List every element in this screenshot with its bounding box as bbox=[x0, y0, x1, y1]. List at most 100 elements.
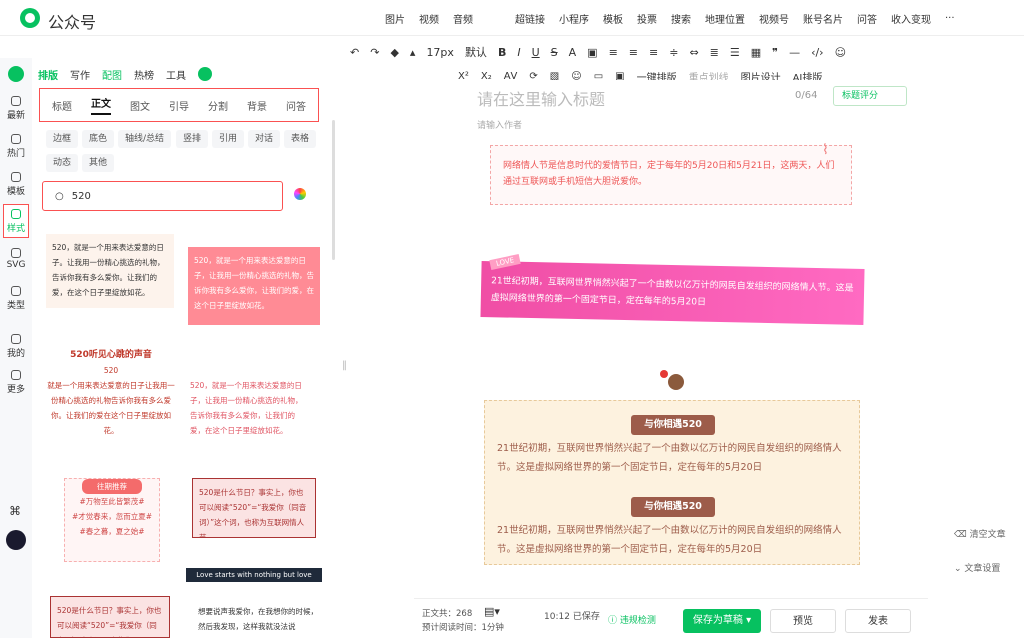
style-card-1[interactable]: 520，就是一个用来表达爱意的日子。让我用一份精心挑选的礼物，告诉你我有多么爱你… bbox=[46, 234, 174, 308]
table-icon[interactable]: ▦ bbox=[751, 46, 761, 59]
indent-icon[interactable]: ≡ bbox=[649, 46, 658, 59]
rail-style[interactable]: 样式 bbox=[3, 204, 29, 238]
subtab-body[interactable]: 正文 bbox=[91, 95, 111, 115]
style-card-7[interactable]: Love starts with nothing but love bbox=[186, 568, 322, 582]
clear-article-button[interactable]: ⌫ 清空文章 bbox=[946, 524, 1016, 546]
menu-video[interactable]: 视频 bbox=[412, 11, 446, 26]
chip-table[interactable]: 表格 bbox=[284, 130, 317, 148]
code-icon[interactable]: ‹/› bbox=[811, 46, 824, 59]
tab-layout[interactable]: 排版 bbox=[38, 67, 58, 82]
hr-icon[interactable]: — bbox=[789, 46, 800, 59]
chip-border[interactable]: 边框 bbox=[46, 130, 79, 148]
subtab-divider[interactable]: 分割 bbox=[208, 98, 228, 113]
color-filter-icon[interactable] bbox=[294, 188, 306, 200]
subtab-background[interactable]: 背景 bbox=[247, 98, 267, 113]
tab-write[interactable]: 写作 bbox=[70, 67, 90, 82]
rail-more[interactable]: 更多 bbox=[0, 370, 32, 395]
rail-svg[interactable]: SVG bbox=[0, 248, 32, 270]
subtab-imagetext[interactable]: 图文 bbox=[130, 98, 150, 113]
save-status: 10:12 已保存 bbox=[544, 612, 600, 622]
font-color-icon[interactable]: A bbox=[569, 46, 577, 59]
justify-icon[interactable]: ≣ bbox=[710, 46, 719, 59]
tab-tools[interactable]: 工具 bbox=[166, 67, 186, 82]
style-card-9[interactable]: 想要说声我爱你，在我想你的时候，然后我发现，这样我就没法说 bbox=[194, 600, 322, 638]
apps-icon[interactable]: ⌘ bbox=[9, 504, 21, 518]
redo-icon[interactable]: ↷ bbox=[370, 46, 379, 59]
content-block-1[interactable]: 网络情人节是信息时代的爱情节日，定于每年的5月20日和5月21日，这两天，人们通… bbox=[490, 145, 852, 205]
menu-miniprogram[interactable]: 小程序 bbox=[552, 11, 596, 26]
violation-check[interactable]: ⓘ 违规检测 bbox=[608, 613, 656, 626]
rail-template[interactable]: 模板 bbox=[0, 172, 32, 197]
style-search[interactable]: ○ 520 bbox=[42, 181, 283, 211]
rail-hot[interactable]: 热门 bbox=[0, 134, 32, 159]
chip-other[interactable]: 其他 bbox=[82, 154, 115, 172]
subtab-title[interactable]: 标题 bbox=[52, 98, 72, 113]
menu-channels[interactable]: 视频号 bbox=[752, 11, 796, 26]
letter-spacing-icon[interactable]: ⇔ bbox=[689, 46, 698, 59]
italic-icon[interactable]: I bbox=[517, 46, 520, 59]
chip-dynamic[interactable]: 动态 bbox=[46, 154, 79, 172]
align-left-icon[interactable]: ≡ bbox=[609, 46, 618, 59]
list-icon[interactable]: ☰ bbox=[730, 46, 740, 59]
publish-button[interactable]: 发表 bbox=[845, 609, 911, 633]
doc-menu-icon[interactable]: ▤▾ bbox=[484, 605, 500, 618]
preview-button[interactable]: 预览 bbox=[770, 609, 836, 633]
tab-trending[interactable]: 热榜 bbox=[134, 67, 154, 82]
underline-icon[interactable]: U bbox=[532, 46, 540, 59]
menu-namecard[interactable]: 账号名片 bbox=[796, 11, 850, 26]
chip-quote[interactable]: 引用 bbox=[212, 130, 245, 148]
style-card-4[interactable]: 520，就是一个用来表达爱意的日子，让我用一份精心挑选的礼物，告诉你我有多么爱你… bbox=[190, 378, 308, 448]
subtab-qa[interactable]: 问答 bbox=[286, 98, 306, 113]
menu-vote[interactable]: 投票 bbox=[630, 11, 664, 26]
font-family-select[interactable]: 默认 bbox=[465, 44, 487, 60]
quote-icon[interactable]: ❞ bbox=[772, 46, 778, 59]
rail-mine[interactable]: 我的 bbox=[0, 334, 32, 359]
menu-overflow[interactable]: ··· bbox=[938, 13, 962, 24]
assistant-icon[interactable] bbox=[6, 530, 26, 550]
card3-sub: 520 bbox=[103, 366, 119, 375]
subtab-guide[interactable]: 引导 bbox=[169, 98, 189, 113]
rail-type[interactable]: 类型 bbox=[0, 286, 32, 311]
menu-location[interactable]: 地理位置 bbox=[698, 11, 752, 26]
title-input[interactable]: 请在这里输入标题 bbox=[477, 86, 605, 110]
menu-monetize[interactable]: 收入变现 bbox=[884, 11, 938, 26]
style-card-6[interactable]: 520是什么节日？事实上，你也可以阅读“520”=“我爱你（同音词）”这个词，也… bbox=[192, 478, 316, 538]
search-input[interactable]: 520 bbox=[72, 191, 91, 202]
chip-timeline[interactable]: 轴线/总结 bbox=[118, 130, 172, 148]
menu-hyperlink[interactable]: 超链接 bbox=[508, 11, 552, 26]
style-card-5[interactable]: 往期推荐 #万物至此皆繁茂# #才觉春来，忽而立夏# #春之暮，夏之始# bbox=[64, 478, 160, 562]
menu-qa[interactable]: 问答 bbox=[850, 11, 884, 26]
save-draft-button[interactable]: 保存为草稿 ▾ bbox=[683, 609, 761, 633]
undo-icon[interactable]: ↶ bbox=[350, 46, 359, 59]
strike-icon[interactable]: S bbox=[551, 46, 558, 59]
paint-icon[interactable]: ▴ bbox=[410, 46, 416, 59]
chip-vertical[interactable]: 竖排 bbox=[176, 130, 209, 148]
resize-handle-icon[interactable]: ‖ bbox=[342, 360, 347, 378]
align-center-icon[interactable]: ≡ bbox=[629, 46, 638, 59]
menu-audio[interactable]: 音频 bbox=[446, 11, 480, 26]
menu-search[interactable]: 搜索 bbox=[664, 11, 698, 26]
rail-latest[interactable]: 最新 bbox=[0, 96, 32, 121]
chip-bgcolor[interactable]: 底色 bbox=[82, 130, 115, 148]
content-block-2[interactable]: 21世纪初期，互联网世界悄然兴起了一个由数以亿万计的网民自发组织的网络情人节。这… bbox=[480, 260, 865, 326]
menu-template[interactable]: 模板 bbox=[596, 11, 630, 26]
menu-image[interactable]: 图片 bbox=[378, 11, 412, 26]
chip-dialog[interactable]: 对话 bbox=[248, 130, 281, 148]
content-block-3[interactable]: 与你相遇520 21世纪初期，互联网世界悄然兴起了一个由数以亿万计的网民自发组织… bbox=[484, 400, 860, 565]
panel-scrollbar[interactable] bbox=[332, 120, 335, 260]
emoji-icon[interactable]: ☺ bbox=[835, 46, 846, 59]
font-size-select[interactable]: 17px bbox=[426, 46, 454, 59]
line-height-icon[interactable]: ≑ bbox=[669, 46, 678, 59]
style-card-2[interactable]: 520，就是一个用来表达爱意的日子，让我用一份精心挑选的礼物，告诉你我有多么爱你… bbox=[188, 247, 320, 325]
toggle-switch[interactable] bbox=[198, 67, 212, 81]
style-card-3[interactable]: 520听见心跳的声音 520 就是一个用来表达爱意的日子让我用一份精心挑选的礼物… bbox=[46, 348, 176, 448]
style-card-8[interactable]: 520是什么节日？事实上，你也可以阅读“520”=“我爱你（同音词）”这个词，也… bbox=[50, 596, 170, 638]
bold-icon[interactable]: B bbox=[498, 46, 506, 59]
word-count: 正文共：268 bbox=[422, 609, 473, 619]
author-input[interactable]: 请输入作者 bbox=[477, 118, 522, 131]
tab-image[interactable]: 配图 bbox=[102, 67, 122, 82]
title-score-button[interactable]: 标题评分 bbox=[833, 86, 907, 106]
bg-color-icon[interactable]: ▣ bbox=[587, 46, 597, 59]
article-settings-button[interactable]: ⌄ 文章设置 bbox=[946, 558, 1016, 580]
eraser-icon[interactable]: ◆ bbox=[390, 46, 398, 59]
